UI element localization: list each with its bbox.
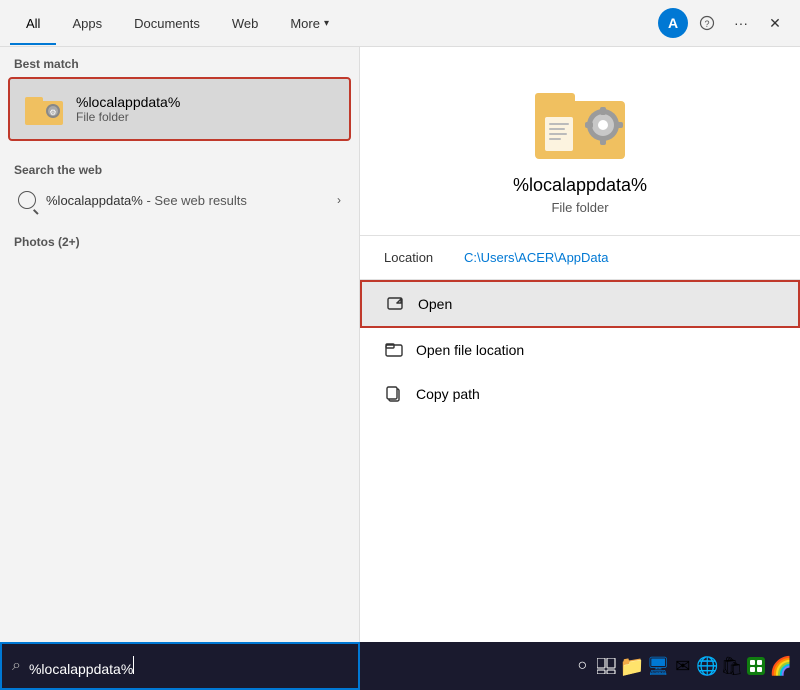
copy-path-icon [384, 384, 404, 404]
close-button[interactable]: ✕ [760, 8, 790, 38]
search-bar: ⌕ %localappdata% [0, 642, 360, 690]
file-location: Location C:\Users\ACER\AppData [360, 236, 800, 280]
folder-icon: ⚙ [24, 89, 64, 129]
arrow-icon: › [337, 193, 341, 207]
tab-web[interactable]: Web [216, 2, 275, 45]
file-preview: %localappdata% File folder [360, 47, 800, 236]
best-match-type: File folder [76, 110, 180, 124]
header: All Apps Documents Web More ▾ A ? [0, 0, 800, 47]
taskbar-edge[interactable]: 🌐 [696, 646, 718, 686]
copy-path-action[interactable]: Copy path [360, 372, 800, 416]
location-label: Location [384, 250, 464, 265]
open-file-location-icon [384, 340, 404, 360]
text-cursor [133, 656, 134, 674]
open-file-location-action[interactable]: Open file location [360, 328, 800, 372]
feedback-button[interactable]: ? [692, 8, 722, 38]
web-search-item[interactable]: %localappdata% - See web results › [4, 183, 355, 217]
taskbar-xbox[interactable] [745, 646, 767, 686]
chevron-down-icon: ▾ [324, 18, 329, 29]
tab-apps[interactable]: Apps [56, 2, 118, 45]
content-area: Best match ⚙ %localappdata% File folder [0, 47, 800, 690]
taskbar-file-explorer[interactable]: 📁 [620, 646, 645, 686]
tab-more[interactable]: More ▾ [274, 2, 345, 45]
search-icon [18, 191, 36, 209]
taskbar-chrome[interactable]: 🌈 [770, 646, 792, 686]
avatar: A [658, 8, 688, 38]
left-panel: Best match ⚙ %localappdata% File folder [0, 47, 360, 690]
open-icon [386, 294, 406, 314]
header-controls: A ? ··· ✕ [658, 8, 790, 38]
open-action[interactable]: Open [360, 280, 800, 328]
taskbar-mail[interactable]: ✉ [672, 646, 694, 686]
folder-large-icon [535, 87, 625, 159]
actions-list: Open Open file location [360, 280, 800, 416]
open-label: Open [418, 296, 452, 312]
search-bar-input[interactable]: %localappdata% [29, 656, 348, 677]
taskbar-cortana[interactable]: ○ [571, 646, 593, 686]
search-bar-icon: ⌕ [12, 657, 21, 675]
svg-text:?: ? [704, 19, 709, 29]
taskbar-shopping[interactable]: 🛍 [720, 646, 743, 686]
taskbar-store[interactable]: 🖥 [647, 646, 670, 686]
best-match-label: Best match [0, 47, 359, 77]
web-search-text: %localappdata% - See web results [46, 193, 337, 208]
taskbar: ○ 📁 🖥 ✉ 🌐 🛍 🌈 [360, 642, 800, 690]
search-web-label: Search the web [0, 153, 359, 183]
location-path[interactable]: C:\Users\ACER\AppData [464, 250, 609, 265]
search-window: All Apps Documents Web More ▾ A ? [0, 0, 800, 690]
more-options-button[interactable]: ··· [726, 8, 756, 38]
right-panel: %localappdata% File folder Location C:\U… [360, 47, 800, 690]
taskbar-taskview[interactable] [595, 646, 617, 686]
tab-all[interactable]: All [10, 2, 56, 45]
photos-label: Photos (2+) [0, 225, 359, 255]
copy-path-label: Copy path [416, 386, 480, 402]
tab-documents[interactable]: Documents [118, 2, 216, 45]
open-file-location-label: Open file location [416, 342, 524, 358]
file-type: File folder [551, 200, 608, 215]
best-match-item[interactable]: ⚙ %localappdata% File folder [8, 77, 351, 141]
best-match-name: %localappdata% [76, 94, 180, 110]
svg-text:⚙: ⚙ [49, 108, 56, 117]
file-name: %localappdata% [513, 175, 647, 196]
best-match-info: %localappdata% File folder [76, 94, 180, 124]
